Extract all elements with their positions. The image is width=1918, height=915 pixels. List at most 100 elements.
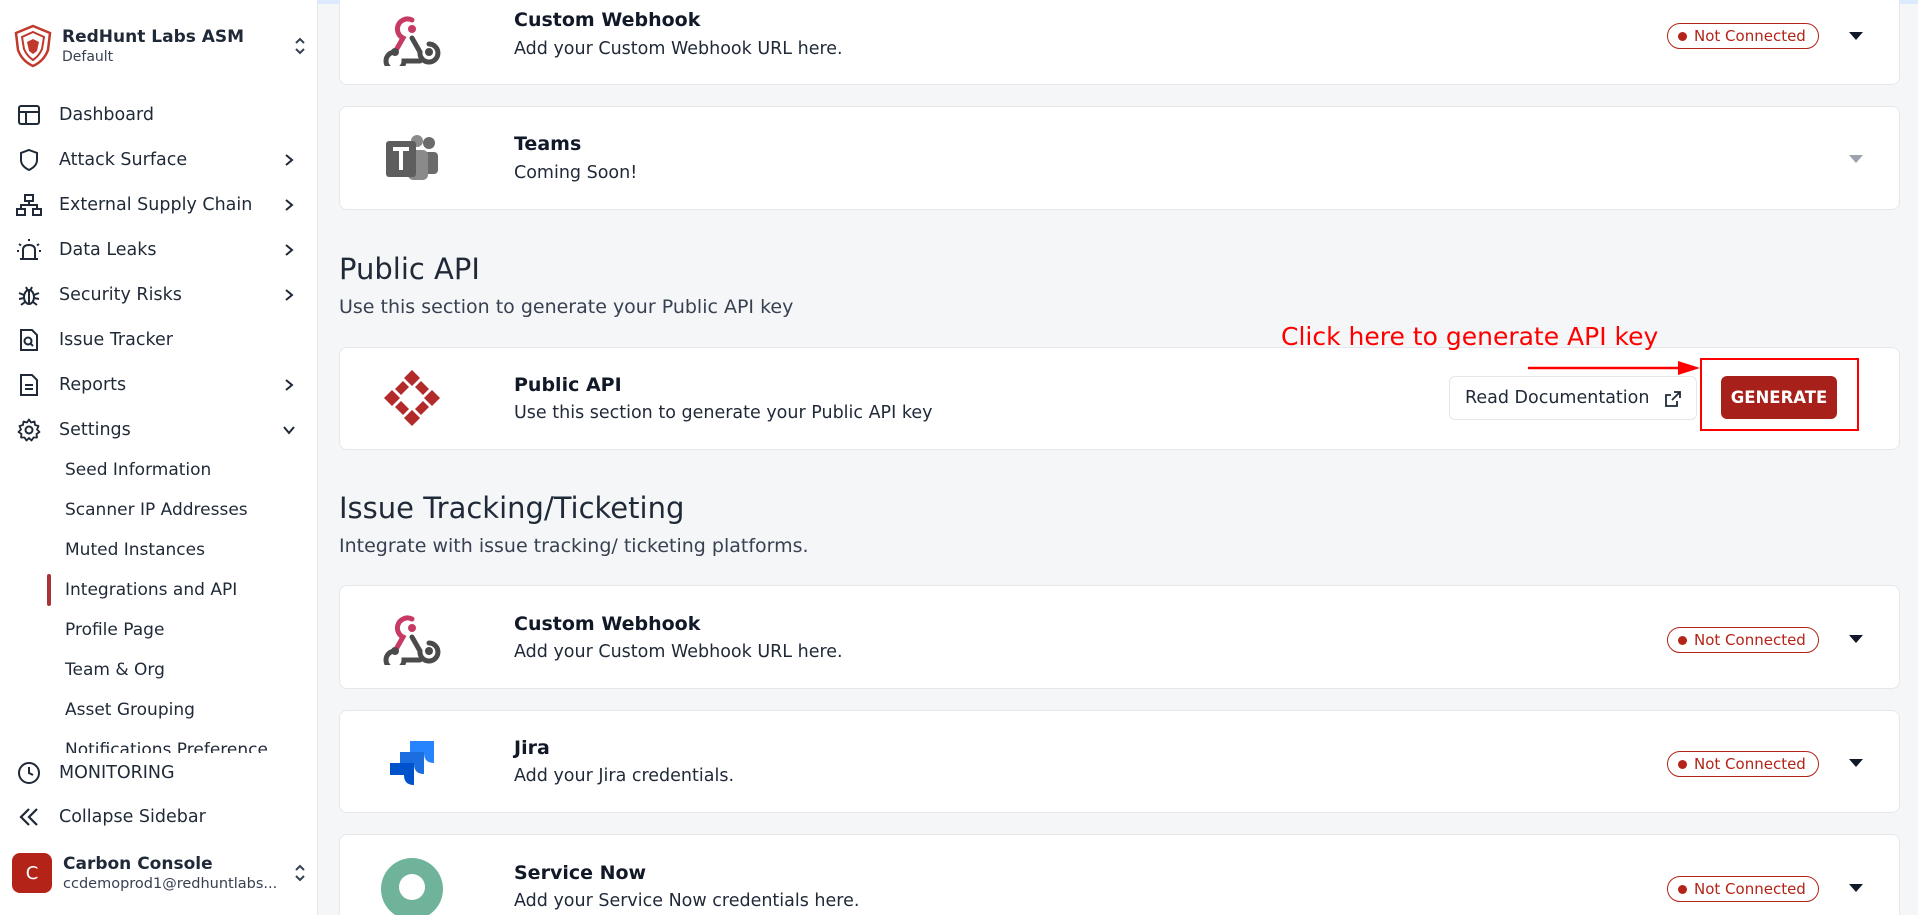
expand-caret-icon[interactable] — [1848, 31, 1864, 41]
subnav-label: Integrations and API — [65, 580, 238, 600]
collapse-sidebar-button[interactable]: Collapse Sidebar — [0, 797, 317, 837]
nav-security-risks[interactable]: Security Risks — [0, 275, 317, 315]
status-badge: Not Connected — [1667, 876, 1819, 902]
network-icon — [16, 192, 42, 218]
expand-caret-icon[interactable] — [1848, 758, 1864, 768]
status-text: Not Connected — [1694, 27, 1806, 45]
expand-caret-icon[interactable] — [1848, 154, 1864, 164]
subnav-profile-page[interactable]: Profile Page — [0, 611, 317, 649]
status-dot — [1678, 635, 1687, 645]
nav-label: Attack Surface — [59, 150, 188, 170]
integration-card-custom-webhook: Custom Webhook Add your Custom Webhook U… — [339, 0, 1900, 85]
section-subtitle-issue-tracking: Integrate with issue tracking/ ticketing… — [339, 535, 809, 557]
chevron-right-icon — [282, 243, 296, 257]
expand-caret-icon[interactable] — [1848, 883, 1864, 893]
chevron-right-icon — [282, 288, 296, 302]
nav-settings[interactable]: Settings — [0, 410, 317, 450]
redhunt-logo-icon — [12, 23, 54, 69]
org-name: RedHunt Labs ASM — [62, 27, 245, 47]
integration-desc: Add your Jira credentials. — [514, 766, 735, 786]
webhook-icon — [380, 7, 444, 71]
nav-label: Reports — [59, 375, 127, 395]
bug-icon — [16, 282, 42, 308]
subnav-label: Muted Instances — [65, 540, 205, 560]
nav-label: Issue Tracker — [59, 330, 173, 350]
integration-desc: Add your Service Now credentials here. — [514, 891, 860, 911]
expand-caret-icon[interactable] — [1848, 634, 1864, 644]
subnav-scanner-ip-addresses[interactable]: Scanner IP Addresses — [0, 491, 317, 529]
org-subtitle: Default — [62, 49, 114, 65]
main-content: Custom Webhook Add your Custom Webhook U… — [318, 0, 1918, 915]
webhook-icon — [380, 606, 444, 670]
org-switcher[interactable]: RedHunt Labs ASM Default — [12, 18, 310, 74]
servicenow-icon — [380, 857, 444, 915]
clock-icon — [16, 760, 42, 786]
status-badge: Not Connected — [1667, 627, 1819, 653]
nav-attack-surface[interactable]: Attack Surface — [0, 140, 317, 180]
nav-label: MONITORING — [59, 763, 175, 783]
subnav-muted-instances[interactable]: Muted Instances — [0, 531, 317, 569]
chevron-updown-icon — [290, 859, 310, 887]
integration-desc: Use this section to generate your Public… — [514, 403, 933, 423]
subnav-notifications-preference[interactable]: Notifications Preference — [0, 731, 317, 755]
subnav-team-org[interactable]: Team & Org — [0, 651, 317, 689]
annotation-text: Click here to generate API key — [1281, 322, 1659, 351]
external-link-icon — [1664, 390, 1682, 413]
jira-icon — [380, 731, 444, 795]
section-subtitle-public-api: Use this section to generate your Public… — [339, 296, 794, 318]
subnav-asset-grouping[interactable]: Asset Grouping — [0, 691, 317, 729]
chevron-right-icon — [282, 198, 296, 212]
status-text: Not Connected — [1694, 755, 1806, 773]
integration-desc: Add your Custom Webhook URL here. — [514, 39, 843, 59]
status-dot — [1678, 884, 1687, 894]
status-dot — [1678, 759, 1687, 769]
integration-title: Jira — [514, 737, 550, 759]
read-documentation-label: Read Documentation — [1465, 388, 1650, 408]
generate-api-key-button[interactable]: GENERATE — [1721, 376, 1837, 419]
sidebar: RedHunt Labs ASM Default Dashboard Attac… — [0, 0, 318, 915]
nav-monitoring[interactable]: MONITORING — [0, 753, 317, 793]
nav-issue-tracker[interactable]: Issue Tracker — [0, 320, 317, 360]
subnav-label: Asset Grouping — [65, 700, 195, 720]
user-email: ccdemoprod1@redhuntlabs... — [63, 876, 278, 892]
integration-card-service-now: Service Now Add your Service Now credent… — [339, 834, 1900, 915]
status-badge: Not Connected — [1667, 751, 1819, 777]
integration-title: Public API — [514, 374, 622, 396]
nav-reports[interactable]: Reports — [0, 365, 317, 405]
integration-title: Service Now — [514, 862, 647, 884]
teams-icon — [380, 127, 444, 191]
layout-icon — [16, 102, 42, 128]
integration-title: Teams — [514, 133, 582, 155]
subnav-clip: Notifications Preference — [0, 731, 317, 755]
nav-label: Settings — [59, 420, 131, 440]
subnav-label: Team & Org — [65, 660, 165, 680]
file-search-icon — [16, 327, 42, 353]
chevron-right-icon — [282, 153, 296, 167]
status-dot — [1678, 31, 1687, 41]
status-text: Not Connected — [1694, 880, 1806, 898]
subnav-seed-information[interactable]: Seed Information — [0, 451, 317, 489]
chevron-down-icon — [282, 423, 296, 437]
siren-icon — [16, 237, 42, 263]
subnav-label: Profile Page — [65, 620, 165, 640]
user-name: Carbon Console — [63, 854, 213, 874]
nav-label: Collapse Sidebar — [59, 807, 206, 827]
shield-icon — [16, 147, 42, 173]
integration-card-teams: Teams Coming Soon! — [339, 106, 1900, 210]
nav-label: External Supply Chain — [59, 195, 253, 215]
subnav-label: Scanner IP Addresses — [65, 500, 248, 520]
read-documentation-button[interactable]: Read Documentation — [1449, 376, 1697, 420]
nav-dashboard[interactable]: Dashboard — [0, 95, 317, 135]
avatar: C — [12, 853, 52, 893]
integration-title: Custom Webhook — [514, 9, 701, 31]
integration-card-jira: Jira Add your Jira credentials. Not Conn… — [339, 710, 1900, 813]
chevron-updown-icon — [290, 32, 310, 60]
integration-title: Custom Webhook — [514, 613, 701, 635]
user-switcher[interactable]: C Carbon Console ccdemoprod1@redhuntlabs… — [12, 850, 310, 896]
status-text: Not Connected — [1694, 631, 1806, 649]
nav-external-supply-chain[interactable]: External Supply Chain — [0, 185, 317, 225]
nav-data-leaks[interactable]: Data Leaks — [0, 230, 317, 270]
public-api-icon — [380, 366, 444, 430]
subnav-integrations-and-api[interactable]: Integrations and API — [0, 571, 317, 609]
status-badge: Not Connected — [1667, 23, 1819, 49]
